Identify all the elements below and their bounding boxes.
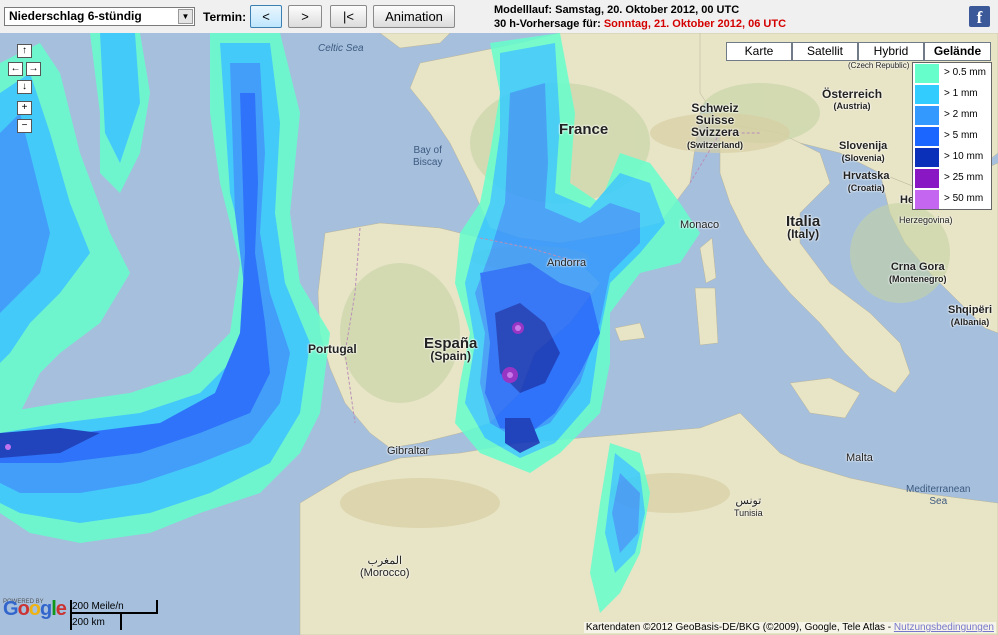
legend-swatch xyxy=(915,169,939,188)
toolbar: Niederschlag 6-stündig ▼ Termin: < > |< … xyxy=(0,0,998,33)
label-czech: (Czech Republic) xyxy=(848,61,910,70)
label-switzerland-3: Svizzera xyxy=(690,125,740,139)
legend-label: > 5 mm xyxy=(944,130,978,141)
label-crna-gora: Crna Gora (Montenegro) xyxy=(889,261,947,285)
maptype-hybrid[interactable]: Hybrid xyxy=(858,42,924,61)
maptype-gelande[interactable]: Gelände xyxy=(924,42,991,61)
forecast-line: 30 h-Vorhersage für: Sonntag, 21. Oktobe… xyxy=(494,17,786,31)
label-shqiperi: Shqipëri (Albania) xyxy=(948,304,992,328)
label-tunisia: تونس Tunisia xyxy=(734,495,763,519)
label-portugal: Portugal xyxy=(308,342,357,356)
legend-swatch xyxy=(915,127,939,146)
label-switzerland: Schweiz Suisse Svizzera (Switzerland) xyxy=(687,102,743,151)
legend-label: > 2 mm xyxy=(944,109,978,120)
copyright-text: Kartendaten ©2012 GeoBasis-DE/BKG (©2009… xyxy=(585,622,892,633)
zoom-in-button[interactable]: + xyxy=(17,101,32,115)
pan-right-button[interactable]: → xyxy=(26,62,41,76)
label-hrvatska-sub: (Croatia) xyxy=(847,183,885,193)
legend-item: > 1 mm xyxy=(914,84,990,104)
legend-label: > 50 mm xyxy=(944,193,984,204)
legend-item: > 2 mm xyxy=(914,105,990,125)
forecast-date: Sonntag, 21. Oktober 2012, 06 UTC xyxy=(603,18,787,30)
scale-km-label: 200 km xyxy=(72,617,105,628)
animation-button[interactable]: Animation xyxy=(373,5,455,28)
label-celtic-sea: Celtic Sea xyxy=(318,43,364,54)
label-shqiperi-name: Shqipëri xyxy=(948,304,993,316)
terms-link[interactable]: Nutzungsbedingungen xyxy=(894,622,994,633)
label-andorra: Andorra xyxy=(547,257,587,269)
legend-swatch xyxy=(915,85,939,104)
label-crna-gora-name: Crna Gora xyxy=(890,261,945,273)
map-canvas xyxy=(0,33,998,635)
legend-swatch xyxy=(915,64,939,83)
legend-label: > 0.5 mm xyxy=(944,67,986,78)
label-med-sea-2: Sea xyxy=(929,496,948,507)
label-slovenija-name: Slovenija xyxy=(839,140,888,152)
map-scale: 200 Meile/n 200 km xyxy=(70,600,160,630)
legend-item: > 10 mm xyxy=(914,147,990,167)
label-monaco: Monaco xyxy=(680,219,720,231)
label-med-sea-1: Mediterranean xyxy=(906,484,971,495)
label-osterreich-sub: (Austria) xyxy=(833,101,871,111)
label-espana-sub: (Spain) xyxy=(430,349,472,363)
label-osterreich-name: Österreich xyxy=(822,87,883,101)
label-morocco-en: (Morocco) xyxy=(360,567,410,579)
scale-miles-label: 200 Meile/n xyxy=(72,601,124,612)
maptype-satellit[interactable]: Satellit xyxy=(792,42,858,61)
label-switzerland-4: (Switzerland) xyxy=(687,140,744,150)
label-hrvatska-name: Hrvatska xyxy=(843,170,890,182)
label-espana: España (Spain) xyxy=(424,336,477,363)
chevron-down-icon[interactable]: ▼ xyxy=(178,9,193,24)
label-france: France xyxy=(559,121,609,138)
legend-label: > 25 mm xyxy=(944,172,984,183)
facebook-icon[interactable]: f xyxy=(969,6,990,27)
label-bay-of-biscay: Bay of Biscay xyxy=(413,145,442,169)
legend-item: > 5 mm xyxy=(914,126,990,146)
label-crna-gora-sub: (Montenegro) xyxy=(889,274,947,284)
run-info: Modelllauf: Samstag, 20. Oktober 2012, 0… xyxy=(494,3,786,31)
label-morocco: المغرب (Morocco) xyxy=(360,555,410,579)
legend-swatch xyxy=(915,148,939,167)
label-tunisia-en: Tunisia xyxy=(734,508,763,518)
pan-up-button[interactable]: ↑ xyxy=(17,44,32,58)
label-hrvatska: Hrvatska (Croatia) xyxy=(843,170,889,194)
label-osterreich: Österreich (Austria) xyxy=(822,88,882,112)
label-bosnia-2: Herzegovina) xyxy=(899,215,953,225)
precipitation-legend: > 0.5 mm > 1 mm > 2 mm > 5 mm > 10 mm > … xyxy=(912,62,992,210)
google-logo[interactable]: Google xyxy=(3,598,67,621)
legend-label: > 10 mm xyxy=(944,151,984,162)
label-gibraltar: Gibraltar xyxy=(387,445,430,457)
legend-swatch xyxy=(915,190,939,209)
map-copyright: Kartendaten ©2012 GeoBasis-DE/BKG (©2009… xyxy=(583,622,996,633)
legend-item: > 50 mm xyxy=(914,189,990,209)
label-morocco-ar: المغرب xyxy=(367,555,403,567)
legend-item: > 0.5 mm xyxy=(914,63,990,83)
legend-swatch xyxy=(915,106,939,125)
label-italia: Italia (Italy) xyxy=(786,214,820,241)
zoom-out-button[interactable]: − xyxy=(17,119,32,133)
legend-item: > 25 mm xyxy=(914,168,990,188)
model-run-text: Modelllauf: Samstag, 20. Oktober 2012, 0… xyxy=(494,4,740,16)
label-med-sea: Mediterranean Sea xyxy=(906,484,970,508)
label-slovenija-sub: (Slovenia) xyxy=(841,153,885,163)
pan-left-button[interactable]: ← xyxy=(8,62,23,76)
label-slovenija: Slovenija (Slovenia) xyxy=(839,140,887,164)
label-italia-sub: (Italy) xyxy=(787,227,820,241)
legend-label: > 1 mm xyxy=(944,88,978,99)
label-shqiperi-sub: (Albania) xyxy=(950,317,990,327)
next-button[interactable]: > xyxy=(288,5,322,28)
termin-label: Termin: xyxy=(203,10,247,24)
label-bay-of-biscay-line2: Biscay xyxy=(413,157,443,168)
product-select[interactable]: Niederschlag 6-stündig ▼ xyxy=(4,7,195,26)
label-tunisia-ar: تونس xyxy=(735,495,762,507)
prev-button[interactable]: < xyxy=(250,5,282,28)
label-bay-of-biscay-line1: Bay of xyxy=(413,145,442,156)
product-select-value: Niederschlag 6-stündig xyxy=(9,9,142,23)
forecast-prefix: 30 h-Vorhersage für: xyxy=(494,18,601,30)
label-malta: Malta xyxy=(846,452,873,464)
maptype-karte[interactable]: Karte xyxy=(726,42,792,61)
first-button[interactable]: |< xyxy=(330,5,367,28)
pan-down-button[interactable]: ↓ xyxy=(17,80,32,94)
map[interactable]: Celtic Sea Bay of Biscay France Schweiz … xyxy=(0,33,998,635)
